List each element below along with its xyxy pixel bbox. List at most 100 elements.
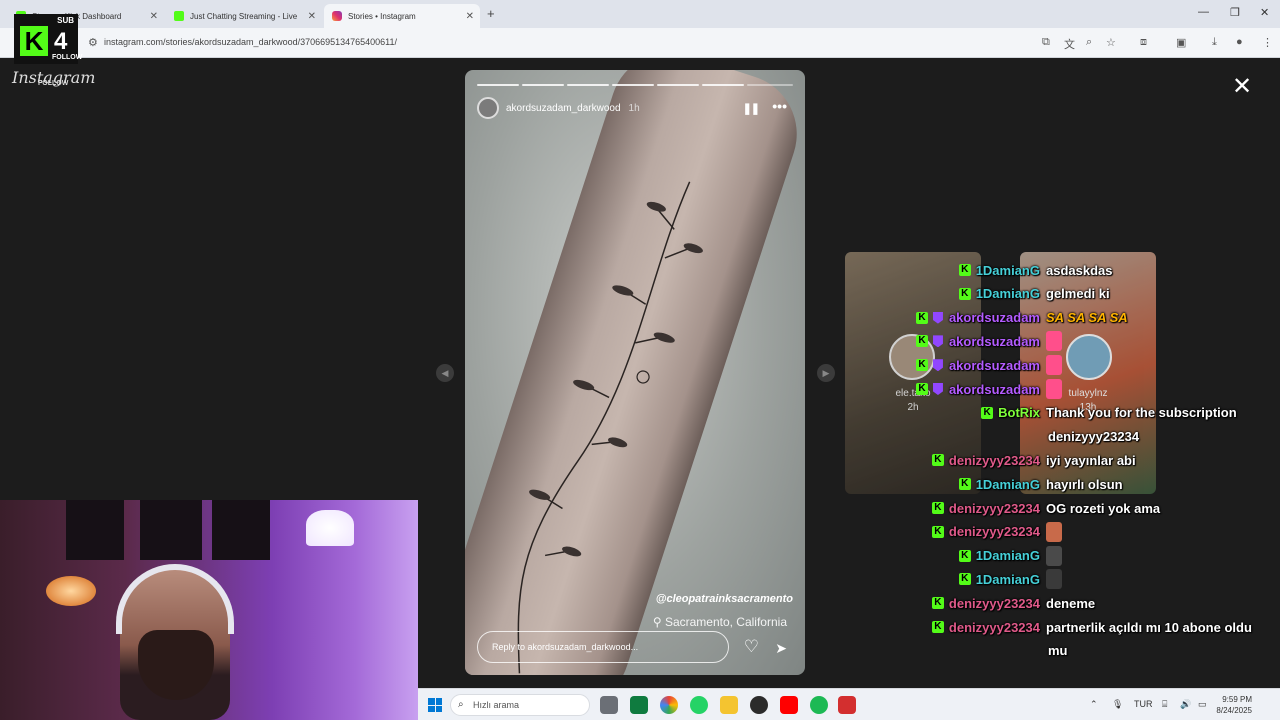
close-tab-icon[interactable]: ✕ bbox=[308, 11, 316, 22]
chat-message: K 1DamianG bbox=[958, 544, 1062, 568]
kick-icon bbox=[174, 11, 184, 21]
chrome-icon[interactable] bbox=[660, 696, 678, 714]
chat-text: partnerlik açıldı mı 10 abone oldu bbox=[1046, 619, 1252, 635]
story-viewer[interactable]: akordsuzadam_darkwood 1h ❚❚ ••• @cleopat… bbox=[465, 70, 805, 675]
story-progress-segment bbox=[477, 84, 519, 86]
chat-text: deneme bbox=[1046, 595, 1096, 611]
zoom-icon[interactable]: ⌕ bbox=[1086, 36, 1092, 49]
language-indicator[interactable]: TUR bbox=[1134, 699, 1153, 709]
app-icon[interactable] bbox=[750, 696, 768, 714]
new-tab-button[interactable]: + bbox=[487, 6, 495, 21]
chat-message: Kakordsuzadam SA SA SA SA bbox=[915, 306, 1128, 330]
battery-icon[interactable]: ▭ bbox=[1198, 699, 1207, 710]
tab-label: Just Chatting Streaming - Live bbox=[190, 11, 298, 21]
like-heart-icon[interactable]: ♡ bbox=[744, 637, 759, 657]
kick-badge-icon: K bbox=[981, 406, 994, 419]
url-field[interactable]: instagram.com/stories/akordsuzadam_darkw… bbox=[104, 37, 397, 47]
download-icon[interactable]: ⤓ bbox=[1212, 36, 1217, 49]
chat-username[interactable]: akordsuzadam bbox=[949, 334, 1040, 349]
taskbar-search[interactable]: ⌕ Hızlı arama bbox=[450, 694, 590, 716]
chat-username[interactable]: akordsuzadam bbox=[949, 382, 1040, 397]
kick-badge-icon: K bbox=[915, 311, 928, 324]
sub-label: SUB bbox=[57, 16, 74, 25]
recorder-icon[interactable] bbox=[838, 696, 856, 714]
app-icon[interactable] bbox=[630, 696, 648, 714]
chat-text: asdaskdas bbox=[1046, 262, 1113, 278]
maximize-icon[interactable]: ❐ bbox=[1230, 6, 1240, 19]
chat-emote-icon bbox=[1046, 569, 1062, 590]
task-view-icon[interactable] bbox=[600, 696, 618, 714]
file-explorer-icon[interactable] bbox=[720, 696, 738, 714]
previous-story-icon[interactable]: ◀ bbox=[436, 364, 454, 382]
chat-text: SA SA SA SA bbox=[1046, 310, 1128, 326]
site-info-icon[interactable]: ⚙ bbox=[88, 36, 98, 49]
chat-username[interactable]: 1DamianG bbox=[976, 548, 1040, 563]
send-icon[interactable]: ➤ bbox=[775, 640, 787, 657]
chat-username[interactable]: 1DamianG bbox=[976, 572, 1040, 587]
chat-emote-icon bbox=[1046, 331, 1062, 352]
tray-chevron-icon[interactable]: ⌃ bbox=[1090, 699, 1098, 710]
bookmark-star-icon[interactable]: ☆ bbox=[1106, 36, 1116, 49]
whatsapp-icon[interactable] bbox=[690, 696, 708, 714]
search-placeholder: Hızlı arama bbox=[473, 700, 520, 710]
story-reply-input[interactable]: Reply to akordsuzadam_darkwood... bbox=[477, 631, 729, 663]
subscriber-badge-icon bbox=[932, 359, 943, 372]
hanging-shirt bbox=[140, 500, 202, 560]
close-tab-icon[interactable]: ✕ bbox=[466, 11, 474, 22]
kick-badge-icon: K bbox=[931, 502, 944, 514]
story-username[interactable]: akordsuzadam_darkwood bbox=[506, 103, 621, 114]
chat-text: mu bbox=[1048, 643, 1068, 659]
more-options-icon[interactable]: ••• bbox=[772, 98, 787, 114]
spotify-icon[interactable] bbox=[810, 696, 828, 714]
lamp-glow bbox=[46, 576, 96, 606]
hanging-shirt bbox=[66, 500, 124, 560]
kick-badge-icon: K bbox=[958, 478, 971, 491]
next-story-icon[interactable]: ▶ bbox=[817, 364, 835, 382]
chat-emote-icon bbox=[1046, 379, 1062, 399]
chat-username[interactable]: BotRix bbox=[998, 405, 1040, 420]
kick-badge-icon: K bbox=[915, 359, 928, 372]
close-window-icon[interactable]: ✕ bbox=[1260, 6, 1269, 19]
profile-avatar[interactable]: ● bbox=[1236, 36, 1243, 48]
story-avatar[interactable] bbox=[477, 97, 499, 119]
kick-badge-icon: K bbox=[915, 383, 928, 395]
chat-username[interactable]: akordsuzadam bbox=[949, 358, 1040, 373]
close-tab-icon[interactable]: ✕ bbox=[150, 11, 158, 22]
translate-icon[interactable]: 文 bbox=[1064, 36, 1075, 52]
install-icon[interactable]: ⧉ bbox=[1042, 36, 1050, 49]
windows-start-icon[interactable] bbox=[428, 698, 442, 712]
instagram-overlay-logo: Instagram FOLLOW bbox=[12, 68, 95, 87]
sub-count: 4 bbox=[54, 28, 68, 55]
menu-icon[interactable]: ⋮ bbox=[1262, 36, 1273, 49]
story-mention[interactable]: @cleopatrainksacramento bbox=[656, 593, 793, 605]
chat-username[interactable]: denizyyy23234 bbox=[949, 596, 1040, 611]
story-progress-segment bbox=[747, 84, 793, 86]
extensions-icon[interactable]: ⧈ bbox=[1140, 36, 1147, 49]
minimize-icon[interactable]: — bbox=[1198, 6, 1209, 18]
tab-just-chatting[interactable]: Just Chatting Streaming - Live ✕ bbox=[166, 4, 322, 28]
sidebar-icon[interactable]: ▣ bbox=[1176, 36, 1186, 49]
tab-instagram-stories[interactable]: Stories • Instagram ✕ bbox=[324, 4, 480, 28]
chat-username[interactable]: denizyyy23234 bbox=[949, 453, 1040, 468]
kick-badge-icon: K bbox=[958, 264, 971, 276]
volume-icon[interactable]: 🔊 bbox=[1180, 699, 1191, 710]
microphone-icon[interactable]: 🎙 bbox=[1112, 699, 1123, 710]
chat-emote-icon bbox=[1046, 521, 1062, 542]
chat-message: denizyyy23234 bbox=[1048, 425, 1139, 449]
chat-username[interactable]: akordsuzadam bbox=[949, 310, 1040, 325]
chat-username[interactable]: 1DamianG bbox=[976, 477, 1040, 492]
story-location[interactable]: ⚲ Sacramento, California bbox=[653, 615, 787, 629]
kick-badge-icon: K bbox=[931, 525, 944, 538]
chat-username[interactable]: denizyyy23234 bbox=[949, 524, 1040, 539]
taskbar-clock[interactable]: 9:59 PM 8/24/2025 bbox=[1216, 694, 1252, 716]
pause-icon[interactable]: ❚❚ bbox=[743, 102, 760, 115]
network-icon[interactable]: ⌸ bbox=[1162, 699, 1167, 710]
kick-badge-icon: K bbox=[958, 573, 971, 586]
chat-username[interactable]: denizyyy23234 bbox=[949, 620, 1040, 635]
youtube-icon[interactable] bbox=[780, 696, 798, 714]
close-story-icon[interactable]: ✕ bbox=[1232, 72, 1252, 101]
chat-text: Thank you for the subscription bbox=[1046, 405, 1237, 421]
chat-username[interactable]: denizyyy23234 bbox=[949, 501, 1040, 516]
chat-username[interactable]: 1DamianG bbox=[976, 286, 1040, 301]
chat-username[interactable]: 1DamianG bbox=[976, 263, 1040, 278]
